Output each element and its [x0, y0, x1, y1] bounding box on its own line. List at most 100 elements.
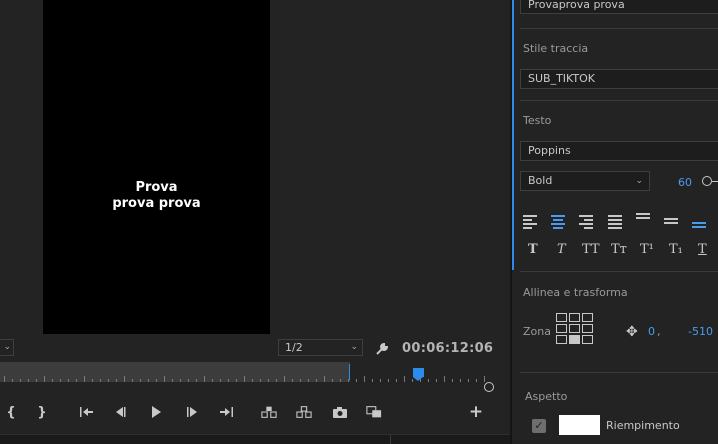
small-caps-button[interactable]: Tт [611, 242, 627, 257]
ruler-tick [372, 379, 373, 382]
ruler-tick [396, 379, 397, 382]
ruler-tick [404, 376, 405, 382]
playhead[interactable] [413, 368, 424, 381]
font-weight-select[interactable]: Bold ⌄ [520, 171, 650, 191]
step-back-icon[interactable] [110, 400, 132, 424]
ruler-tick [236, 379, 237, 382]
ruler-tick [444, 376, 445, 382]
zoom-handle[interactable] [484, 382, 494, 392]
text-section-label: Testo [523, 114, 552, 127]
ruler-tick [244, 376, 245, 382]
ruler-tick [292, 379, 293, 382]
ruler-tick [172, 379, 173, 382]
lift-icon[interactable] [258, 400, 280, 424]
essential-graphics-panel: Provaprova prova Stile traccia SUB_TIKTO… [510, 0, 718, 444]
position-separator: , [657, 325, 661, 338]
selection-accent [512, 0, 514, 270]
ruler-tick [60, 379, 61, 382]
ruler-tick [260, 379, 261, 382]
appearance-label: Aspetto [525, 390, 568, 403]
ruler-tick [308, 379, 309, 382]
transport-controls: { } + [0, 400, 500, 424]
chevron-down-icon: ⌄ [3, 342, 11, 352]
go-to-in-icon[interactable] [76, 400, 98, 424]
font-size-slider-handle[interactable] [702, 176, 712, 186]
ruler-tick [268, 379, 269, 382]
mark-in-button[interactable]: { [0, 400, 22, 424]
ruler-tick [364, 376, 365, 382]
move-icon[interactable]: ✥ [626, 324, 638, 340]
ruler-tick [92, 379, 93, 382]
caption-text-field[interactable]: Provaprova prova [520, 0, 718, 14]
faux-bold-button[interactable]: T [528, 242, 538, 257]
ruler-tick [468, 379, 469, 382]
align-top-icon[interactable] [635, 213, 651, 229]
align-right-icon[interactable] [578, 213, 594, 229]
fill-checkbox[interactable]: ✓ [532, 419, 546, 433]
faux-italic-button[interactable]: T [557, 242, 566, 257]
ruler-tick [100, 379, 101, 382]
ruler-tick [116, 379, 117, 382]
go-to-out-icon[interactable] [215, 400, 237, 424]
ruler-tick [140, 379, 141, 382]
superscript-button[interactable]: T¹ [640, 242, 654, 257]
extract-icon[interactable] [293, 400, 315, 424]
ruler-tick [212, 379, 213, 382]
chevron-down-icon: ⌄ [350, 342, 358, 352]
zoom-select[interactable]: ⌄ [0, 339, 14, 356]
track-style-select[interactable]: SUB_TIKTOK [520, 69, 718, 89]
video-frame[interactable]: Prova prova prova [43, 0, 270, 334]
ruler-tick [388, 379, 389, 382]
zone-grid-icon[interactable] [556, 313, 596, 346]
track-style-label: Stile traccia [523, 42, 589, 55]
subscript-button[interactable]: T₁ [669, 242, 683, 257]
resolution-value: 1/2 [285, 341, 303, 354]
ruler-tick [204, 376, 205, 382]
compare-view-icon[interactable] [363, 400, 385, 424]
ruler-tick [460, 379, 461, 382]
ruler-tick [276, 379, 277, 382]
align-middle-icon[interactable] [663, 213, 679, 229]
ruler-tick [108, 379, 109, 382]
caption-line-1: Prova [135, 180, 178, 195]
step-forward-icon[interactable] [181, 400, 203, 424]
ruler-tick [252, 379, 253, 382]
ruler-tick [44, 376, 45, 382]
ruler-tick [12, 379, 13, 382]
ruler-tick [356, 379, 357, 382]
ruler-tick [436, 379, 437, 382]
bottom-bar [0, 434, 510, 444]
add-button[interactable]: + [465, 400, 487, 424]
font-size-value[interactable]: 60 [678, 176, 692, 189]
ruler-tick [188, 379, 189, 382]
ruler-tick [196, 379, 197, 382]
wrench-icon[interactable] [375, 340, 391, 356]
caption-preview[interactable]: Prova prova prova [43, 180, 270, 212]
align-center-icon[interactable] [550, 213, 566, 229]
ruler-tick [20, 379, 21, 382]
fill-color-swatch[interactable] [559, 415, 600, 435]
camera-icon[interactable] [329, 400, 351, 424]
position-y-value[interactable]: -510 [688, 325, 713, 338]
align-transform-label: Allinea e trasforma [523, 286, 628, 299]
program-monitor: Prova prova prova ⌄ 1/2 ⌄ 00:06:12:06 { … [0, 0, 510, 444]
ruler-tick [476, 379, 477, 382]
all-caps-button[interactable]: TT [582, 242, 600, 257]
ruler-tick [156, 379, 157, 382]
font-family-select[interactable]: Poppins [520, 141, 718, 161]
position-x-value[interactable]: 0 [648, 325, 655, 338]
justify-icon[interactable] [607, 213, 623, 229]
ruler-tick [332, 379, 333, 382]
align-left-icon[interactable] [522, 213, 538, 229]
ruler-tick [76, 379, 77, 382]
align-bottom-icon[interactable] [691, 213, 707, 229]
ruler-tick [484, 376, 485, 382]
play-icon[interactable] [145, 400, 167, 424]
mark-out-button[interactable]: } [31, 400, 53, 424]
playhead-timecode[interactable]: 00:06:12:06 [402, 341, 493, 356]
in-point-marker[interactable] [349, 364, 350, 380]
underline-button[interactable]: T [698, 242, 707, 257]
ruler-tick [324, 376, 325, 382]
font-size-slider-track[interactable] [712, 181, 718, 182]
resolution-select[interactable]: 1/2 ⌄ [278, 339, 363, 356]
